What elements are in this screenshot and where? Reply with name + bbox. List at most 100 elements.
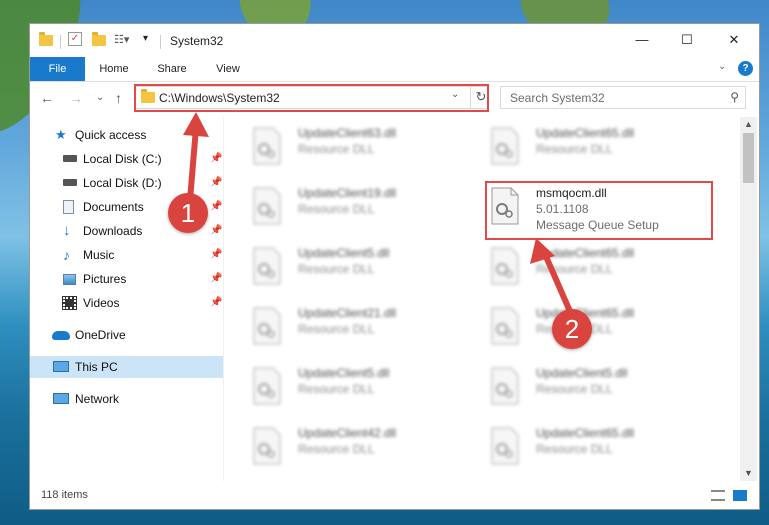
file-type: Resource DLL [298,142,375,156]
dll-file-icon [253,127,281,165]
search-placeholder: Search System32 [510,91,605,105]
cloud-icon [52,331,70,340]
pictures-icon [63,274,76,285]
sidebar-item-local-disk-d[interactable]: Local Disk (D:) 📌 [30,172,224,194]
network-icon [53,393,69,404]
dll-file-icon [253,187,281,225]
sidebar-item-music[interactable]: ♪ Music 📌 [30,244,224,266]
file-item[interactable]: UpdateClient19.dll Resource DLL [224,185,444,237]
sidebar-item-network[interactable]: Network [30,388,224,410]
file-name: UpdateClient65.dll [536,246,635,260]
file-item[interactable]: UpdateClient5.dll Resource DLL [224,365,444,417]
scroll-down-icon[interactable]: ▼ [740,466,757,481]
sidebar-item-label: This PC [75,360,118,374]
file-name: UpdateClient65.dll [536,426,635,440]
file-name: UpdateClient21.dll [298,306,397,320]
up-icon[interactable]: ↑ [115,90,122,106]
tab-share[interactable]: Share [152,57,192,81]
ribbon-tabs: File Home Share View ⌄ ? [30,57,759,82]
file-item[interactable]: UpdateClient5.dll Resource DLL [224,245,444,297]
pin-icon[interactable]: 📌 [210,292,222,314]
pin-icon[interactable]: 📌 [210,148,222,170]
sidebar-item-quick-access[interactable]: ★ Quick access [30,124,224,146]
pin-icon[interactable]: 📌 [210,268,222,290]
expand-ribbon-icon[interactable]: ⌄ [718,61,726,72]
window-title: System32 [170,34,224,48]
videos-icon [62,296,77,310]
file-type: Resource DLL [298,322,375,336]
sidebar-item-this-pc[interactable]: This PC [30,356,224,378]
details-view-icon[interactable] [711,490,725,501]
folder-icon[interactable] [39,32,53,49]
file-item[interactable]: UpdateClient21.dll Resource DLL [224,305,444,357]
file-item[interactable]: UpdateClient42.dll Resource DLL [224,425,444,477]
scrollbar-thumb[interactable] [743,133,754,183]
dll-file-icon [253,247,281,285]
file-type: Resource DLL [536,262,613,276]
drive-icon [63,179,77,186]
maximize-button[interactable]: ☐ [672,30,702,50]
dll-file-icon [491,367,519,405]
help-icon[interactable]: ? [738,61,753,76]
dll-file-icon [491,127,519,165]
pin-icon[interactable]: 📌 [210,172,222,194]
scroll-up-icon[interactable]: ▲ [740,117,757,132]
recent-locations-icon[interactable]: ⌄ [96,92,104,103]
search-box[interactable]: Search System32 ⚲ [500,86,746,109]
file-item[interactable]: UpdateClient65.dll Resource DLL [462,245,682,297]
sidebar-item-label: Music [83,248,115,262]
customize-icon[interactable]: ☷▾ [114,33,129,49]
sidebar-item-label: Local Disk (C:) [83,152,162,166]
tab-home[interactable]: Home [94,57,134,81]
sidebar-item-pictures[interactable]: Pictures 📌 [30,268,224,290]
file-item[interactable]: UpdateClient65.dll Resource DLL [462,125,682,177]
download-icon: ↓ [63,222,71,239]
properties-icon[interactable]: ✓ [68,32,82,46]
tab-file[interactable]: File [30,57,85,81]
pin-icon[interactable]: 📌 [210,196,222,218]
step-2-badge: 2 [552,309,592,349]
divider [160,35,161,49]
file-name: UpdateClient19.dll [298,186,397,200]
forward-icon[interactable]: → [69,90,83,106]
sidebar-item-label: Documents [83,200,144,214]
dll-file-icon [491,427,519,465]
divider [60,35,61,49]
dll-file-icon [253,427,281,465]
sidebar-item-label: Quick access [75,128,147,142]
file-name: UpdateClient42.dll [298,426,397,440]
file-item[interactable]: UpdateClient63.dll Resource DLL [224,125,444,177]
step-1-badge: 1 [168,193,208,233]
file-name: UpdateClient63.dll [298,126,397,140]
sidebar-item-onedrive[interactable]: OneDrive [30,324,224,346]
sidebar-item-videos[interactable]: Videos 📌 [30,292,224,314]
sidebar-item-label: Downloads [83,224,143,238]
file-item[interactable]: UpdateClient65.dll Resource DLL [462,425,682,477]
dll-file-icon [253,307,281,345]
sidebar-item-label: Pictures [83,272,127,286]
tab-view[interactable]: View [208,57,248,81]
quick-access-toolbar-dropdown-icon[interactable]: ▾ [143,33,148,49]
file-type: Resource DLL [536,442,613,456]
file-name: UpdateClient5.dll [298,366,390,380]
file-name: UpdateClient5.dll [298,246,390,260]
file-name: UpdateClient65.dll [536,126,635,140]
new-folder-icon[interactable] [92,32,106,49]
large-icons-view-icon[interactable] [733,490,747,501]
minimize-button[interactable]: — [627,30,657,50]
back-icon[interactable]: ← [40,90,54,106]
file-highlight [485,181,713,240]
file-list: UpdateClient63.dll Resource DLL UpdateCl… [224,117,740,481]
pin-icon[interactable]: 📌 [210,220,222,242]
vertical-scrollbar[interactable]: ▲ ▼ [740,117,757,481]
file-item[interactable]: UpdateClient5.dll Resource DLL [462,365,682,417]
search-icon[interactable]: ⚲ [730,90,739,104]
sidebar-item-local-disk-c[interactable]: Local Disk (C:) 📌 [30,148,224,170]
pin-icon[interactable]: 📌 [210,244,222,266]
navigation-pane: ★ Quick access Local Disk (C:) 📌 Local D… [30,117,224,481]
drive-icon [63,155,77,162]
close-button[interactable]: ✕ [719,30,749,50]
file-type: Resource DLL [536,142,613,156]
file-type: Resource DLL [536,382,613,396]
dll-file-icon [491,247,519,285]
